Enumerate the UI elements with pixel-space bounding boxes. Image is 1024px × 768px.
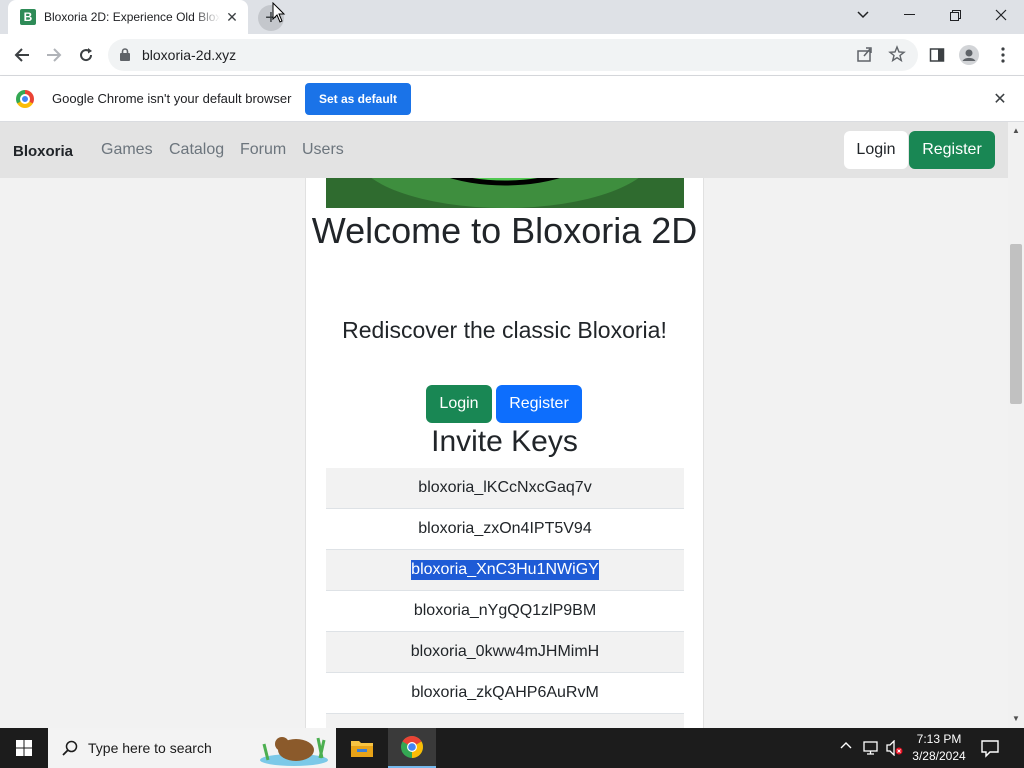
infobar-close-icon[interactable]: ✕ [990,89,1010,109]
scrollbar-thumb[interactable] [1010,244,1022,404]
close-window-button[interactable] [978,0,1024,30]
address-bar[interactable]: bloxoria-2d.xyz [108,39,918,71]
navbar-login-button[interactable]: Login [844,131,908,169]
nav-link-forum[interactable]: Forum [240,141,286,159]
nav-link-users[interactable]: Users [302,141,344,159]
infobar-message: Google Chrome isn't your default browser [52,91,292,106]
share-icon[interactable] [856,45,874,68]
search-icon [62,740,78,756]
hero-register-button[interactable]: Register [496,385,582,423]
invite-key-text-selected: bloxoria_XnC3Hu1NWiGY [411,560,599,580]
scroll-up-arrow-icon[interactable]: ▲ [1012,126,1020,135]
invite-key-text: bloxoria_zxOn4IPT5V94 [418,520,592,537]
reload-icon[interactable] [71,40,101,70]
chrome-taskbar-icon[interactable] [388,728,436,768]
minimize-button[interactable] [886,0,932,30]
mouse-cursor-icon [272,2,286,23]
lock-icon [120,48,130,61]
chrome-menu-icon[interactable] [988,40,1018,70]
profile-avatar-icon[interactable] [954,40,984,70]
page-viewport: Bloxoria Games Catalog Forum Users Login… [0,122,1008,728]
invite-key-text: bloxoria_0kww4mJHMimH [410,643,600,660]
tab-title: Bloxoria 2D: Experience Old Bloxoria [44,10,220,24]
invite-key-row-partial[interactable] [326,714,684,728]
invite-key-row[interactable]: bloxoria_zkQAHP6AuRvM [326,673,684,714]
taskbar-search-box[interactable]: Type here to search [48,728,336,768]
tray-chevron-up-icon[interactable] [840,740,852,755]
invite-key-row[interactable]: bloxoria_0kww4mJHMimH [326,632,684,673]
tab-close-icon[interactable]: ✕ [224,9,240,25]
invite-key-row[interactable]: bloxoria_zxOn4IPT5V94 [326,509,684,550]
invite-key-text: bloxoria_nYgQQ1zlP9BM [413,602,597,619]
url-text: bloxoria-2d.xyz [142,47,237,63]
bookmark-star-icon[interactable] [888,45,906,68]
invite-key-row[interactable]: bloxoria_nYgQQ1zlP9BM [326,591,684,632]
windows-taskbar: Type here to search 7:13 PM 3/28/2024 [0,728,1024,768]
network-icon[interactable] [862,740,880,759]
site-favicon-icon: B [20,9,36,25]
site-brand[interactable]: Bloxoria [13,143,73,160]
invite-key-row[interactable]: bloxoria_lKCcNxcGaq7v [326,468,684,509]
chrome-logo-icon [16,90,34,108]
file-explorer-taskbar-icon[interactable] [338,728,386,768]
set-as-default-button[interactable]: Set as default [305,83,411,115]
tab-search-chevron-icon[interactable] [840,0,886,30]
hero-login-button[interactable]: Login [426,385,492,423]
invite-key-text: bloxoria_lKCcNxcGaq7v [418,479,592,496]
default-browser-infobar: Google Chrome isn't your default browser… [0,76,1024,122]
navbar-register-button[interactable]: Register [909,131,995,169]
tagline-text: Rediscover the classic Bloxoria! [342,317,667,343]
taskbar-search-placeholder: Type here to search [88,740,212,756]
restore-button[interactable] [932,0,978,30]
browser-tab[interactable]: B Bloxoria 2D: Experience Old Bloxoria ✕ [8,0,248,34]
windows-logo-icon [16,740,32,756]
welcome-card: Welcome to Bloxoria 2D Rediscover the cl… [305,162,704,728]
invite-key-row[interactable]: bloxoria_XnC3Hu1NWiGY [326,550,684,591]
welcome-heading: Welcome to Bloxoria 2D [311,210,698,251]
site-navbar: Bloxoria Games Catalog Forum Users Login… [0,122,1008,178]
page-scrollbar[interactable]: ▲ ▼ [1008,122,1024,728]
scroll-down-arrow-icon[interactable]: ▼ [1012,714,1020,723]
browser-tab-strip: B Bloxoria 2D: Experience Old Bloxoria ✕… [0,0,1024,34]
system-clock[interactable]: 7:13 PM 3/28/2024 [908,731,970,765]
back-arrow-icon[interactable] [7,40,37,70]
clock-time: 7:13 PM [916,732,962,746]
invite-key-text: bloxoria_zkQAHP6AuRvM [411,684,599,701]
search-highlight-capybara-icon[interactable] [256,730,332,766]
browser-toolbar: bloxoria-2d.xyz [0,34,1024,76]
clock-date: 3/28/2024 [912,749,966,763]
notification-center-icon[interactable] [980,738,1000,763]
volume-muted-icon[interactable] [886,739,904,759]
nav-link-catalog[interactable]: Catalog [169,141,224,159]
side-panel-icon[interactable] [922,40,952,70]
start-button[interactable] [0,728,48,768]
invite-keys-heading: Invite Keys [431,425,578,458]
nav-link-games[interactable]: Games [101,141,153,159]
forward-arrow-icon[interactable] [39,40,69,70]
